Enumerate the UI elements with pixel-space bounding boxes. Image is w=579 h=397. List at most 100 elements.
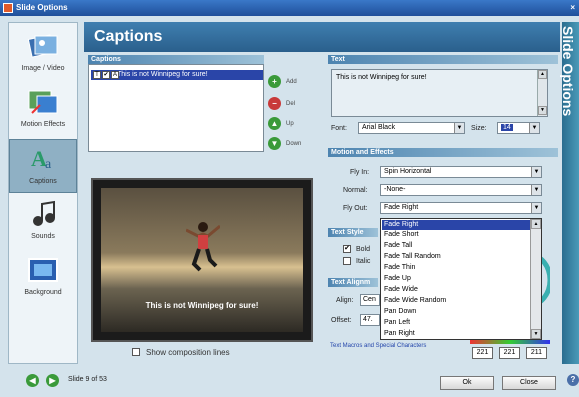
scroll-up-icon[interactable]: ▲ [538,70,547,79]
motion-effects-icon [28,90,58,114]
normal-select[interactable]: -None- ▼ [380,184,542,196]
text-alignment-group-header: Text Alignm [328,278,378,287]
font-select[interactable]: Arial Black ▼ [358,122,465,134]
delete-icon: − [268,97,281,110]
composition-label: Show composition lines [146,348,230,357]
slide-counter: Slide 9 of 53 [68,376,107,383]
sidebar-item-label: Captions [29,178,57,185]
add-caption-button[interactable]: + Add [268,74,320,90]
vertical-title: Slide Options [560,26,576,117]
bold-label: Bold [356,246,371,253]
dropdown-scrollbar[interactable]: ▲ ▼ [530,219,541,339]
color-red-value[interactable]: 221 [472,347,493,359]
arrow-down-icon: ▼ [268,137,281,150]
sidebar: Image / Video Motion Effects A a Caption… [8,22,78,364]
font-label: Font: [331,125,347,132]
normal-label: Normal: [343,187,368,194]
text-macros-link[interactable]: Text Macros and Special Characters [330,343,426,349]
italic-label: Italic [356,258,371,265]
scroll-up-icon[interactable]: ▲ [531,219,541,229]
caption-style-toggle[interactable]: A [111,71,119,79]
sidebar-item-captions[interactable]: A a Captions [9,139,77,193]
add-icon: + [268,75,281,88]
footer-bar: ◀ ▶ Slide 9 of 53 Ok Close [8,370,563,392]
chevron-down-icon: ▼ [454,123,464,133]
fly-in-value: Spin Horizontal [384,168,432,175]
font-value: Arial Black [362,124,396,131]
caption-text-area[interactable]: This is not Winnipeg for sure! ▲ ▼ [331,69,548,117]
fly-out-select[interactable]: Fade Right ▼ [380,202,542,214]
dropdown-option[interactable]: Pan Right [382,329,530,339]
next-slide-button[interactable]: ▶ [46,374,59,387]
move-down-button[interactable]: ▼ Down [268,136,320,152]
dropdown-option[interactable]: Fade Right [382,220,530,230]
text-group-header: Text [328,55,558,64]
previous-slide-button[interactable]: ◀ [26,374,39,387]
italic-checkbox[interactable] [343,257,351,265]
sidebar-item-image-video[interactable]: Image / Video [9,27,77,81]
size-value: 14 [501,124,513,131]
captions-list: T ✔ A This is not Winnipeg for sure! [88,64,264,152]
chevron-down-icon: ▼ [531,203,541,213]
text-style-group-header: Text Style [328,228,378,237]
dropdown-option[interactable]: Fade Wide Random [382,296,530,306]
show-composition-lines[interactable]: Show composition lines [132,348,230,357]
dropdown-option[interactable]: Fade Short [382,230,530,240]
fly-in-select[interactable]: Spin Horizontal ▼ [380,166,542,178]
dropdown-option[interactable]: Fade Tall Random [382,252,530,262]
caption-text-toggle[interactable]: T [93,71,101,79]
slide-preview: This is not Winnipeg for sure! [91,178,313,342]
vertical-title-bar: Slide Options [560,22,579,364]
composition-checkbox[interactable] [132,348,140,356]
window-title: Slide Options [16,3,68,12]
close-button[interactable]: Close [502,376,556,390]
caption-list-item[interactable]: T ✔ A This is not Winnipeg for sure! [91,70,263,80]
captions-group-header: Captions [88,55,264,64]
sidebar-item-label: Sounds [31,233,55,240]
dropdown-option[interactable]: Fade Up [382,274,530,284]
caption-text-value: This is not Winnipeg for sure! [336,74,427,81]
scroll-down-icon[interactable]: ▼ [538,106,547,115]
fly-out-label: Fly Out: [343,205,368,212]
sidebar-item-label: Background [24,289,62,296]
color-green-value[interactable]: 221 [499,347,520,359]
dropdown-option[interactable]: Fade Wide [382,285,530,295]
size-select[interactable]: 14 ▼ [497,122,540,134]
offset-label: Offset: [331,317,352,324]
sidebar-item-motion-effects[interactable]: Motion Effects [9,83,77,137]
svg-text:a: a [45,157,52,172]
ok-button[interactable]: Ok [440,376,494,390]
delete-caption-button[interactable]: − Del [268,96,320,112]
captions-icon: A a [31,146,52,172]
page-title: Captions [84,22,560,52]
dropdown-option[interactable]: Fade Tall [382,241,530,251]
app-icon [3,3,13,13]
fly-out-dropdown-list[interactable]: Fade Right Fade Short Fade Tall Fade Tal… [380,218,542,340]
fly-out-value: Fade Right [384,204,419,211]
sidebar-item-background[interactable]: Background [9,251,77,305]
chevron-down-icon: ▼ [529,123,539,133]
color-blue-value[interactable]: 211 [526,347,547,359]
preview-image: This is not Winnipeg for sure! [101,188,303,332]
scroll-down-icon[interactable]: ▼ [531,329,541,339]
align-select[interactable]: Cen [360,294,380,306]
dropdown-option[interactable]: Pan Down [382,307,530,317]
move-up-button[interactable]: ▲ Up [268,116,320,132]
down-label: Down [286,141,302,147]
dropdown-option[interactable]: Fade Thin [382,263,530,273]
color-gradient-bar[interactable] [470,340,550,344]
sidebar-item-label: Motion Effects [20,121,66,128]
size-label: Size: [471,125,487,132]
sidebar-item-label: Image / Video [21,65,65,72]
person-silhouette-image [186,222,220,272]
delete-label: Del [286,101,296,107]
caption-visible-checkbox[interactable]: ✔ [102,71,110,79]
text-scrollbar[interactable]: ▲ ▼ [537,70,547,116]
help-icon[interactable]: ? [567,374,579,386]
sidebar-item-sounds[interactable]: Sounds [9,195,77,249]
close-window-icon[interactable]: × [570,0,575,16]
window-titlebar: Slide Options × [0,0,579,16]
bold-checkbox[interactable]: ✔ [343,245,351,253]
offset-input[interactable]: 47. [360,314,380,326]
dropdown-option[interactable]: Pan Left [382,318,530,328]
